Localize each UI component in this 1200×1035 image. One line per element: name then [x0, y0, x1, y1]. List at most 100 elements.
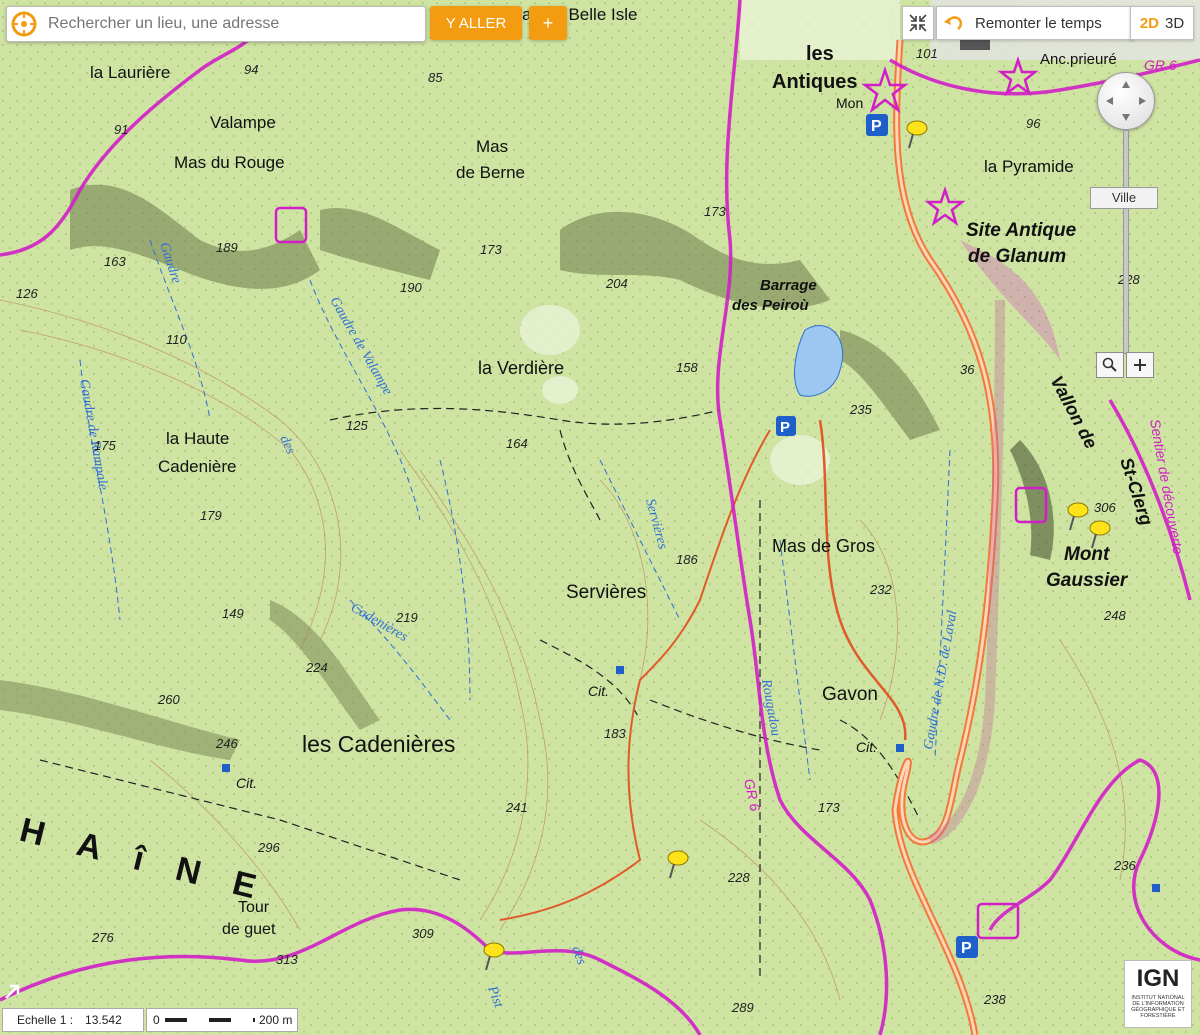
label-site-antique: Site Antique [966, 220, 1077, 241]
elevation-label: 85 [428, 70, 443, 85]
scale-label: Echelle 1 : [17, 1013, 74, 1027]
elevation-label: 126 [16, 286, 38, 301]
label-de-berne: de Berne [456, 163, 525, 182]
elevation-label: 235 [849, 402, 872, 417]
history-label: Remonter le temps [975, 14, 1102, 32]
svg-text:P: P [961, 940, 972, 957]
fullscreen-button[interactable] [902, 6, 934, 40]
magnifier-icon [1102, 357, 1117, 372]
trail-gr65: GR 6 [1144, 57, 1177, 73]
label-gavon: Gavon [822, 684, 878, 705]
elevation-label: 101 [916, 46, 938, 61]
label-cadeniere: Cadenière [158, 457, 236, 476]
elevation-label: 189 [216, 240, 238, 255]
elevation-label: 163 [104, 254, 126, 269]
elevation-label: 179 [200, 508, 222, 523]
go-button[interactable]: Y ALLER [430, 6, 522, 40]
scale-bar-end: 200 m [259, 1013, 293, 1027]
elevation-label: 173 [480, 242, 502, 257]
elevation-label: 149 [222, 606, 244, 621]
label-antiques: Antiques [772, 71, 858, 93]
elevation-label: 175 [94, 438, 116, 453]
elevation-label: 96 [1026, 116, 1041, 131]
label-mas: Mas [476, 137, 508, 156]
add-button[interactable]: + [529, 6, 567, 40]
scale-ratio: Echelle 1 : 13.542 [2, 1008, 144, 1032]
expand-corner-icon[interactable] [2, 980, 24, 1002]
scale-bar-start: 0 [153, 1013, 160, 1027]
scale-value: 13.542 [85, 1013, 122, 1027]
label-gaussier: Gaussier [1046, 570, 1129, 591]
label-cit-1: Cit. [588, 683, 609, 699]
elevation-label: 228 [727, 870, 750, 885]
scale-bar: 0 200 m [146, 1008, 298, 1032]
zoom-slider-track[interactable] [1123, 130, 1129, 354]
elevation-label: 238 [983, 992, 1006, 1007]
label-la-pyramide: la Pyramide [984, 157, 1074, 176]
zoom-out-button[interactable] [1096, 352, 1124, 378]
label-valampe: Valampe [210, 113, 276, 132]
zoom-in-button[interactable] [1126, 352, 1154, 378]
elevation-label: 236 [1113, 858, 1136, 873]
elevation-label: 91 [114, 122, 128, 137]
history-button[interactable]: Remonter le temps [936, 6, 1134, 40]
elevation-label: 260 [157, 692, 180, 707]
label-tour: Tour [238, 899, 270, 916]
elevation-label: 36 [960, 362, 975, 377]
svg-text:P: P [780, 419, 790, 436]
elevation-label: 276 [91, 930, 114, 945]
label-mont: Mont [1064, 544, 1110, 565]
elevation-label: 164 [506, 436, 528, 451]
undo-arrow-icon [944, 16, 963, 31]
elevation-label: 224 [305, 660, 328, 675]
elevation-label: 110 [166, 332, 187, 347]
elevation-label: 246 [215, 736, 238, 751]
label-anc-prieure: Anc.prieuré [1040, 51, 1117, 68]
elevation-label: 173 [704, 204, 726, 219]
elevation-label: 232 [869, 582, 892, 597]
label-de-guet: de guet [222, 921, 276, 938]
ign-logo[interactable]: IGN INSTITUT NATIONAL DE L'INFORMATION G… [1124, 960, 1192, 1028]
elevation-label: 313 [276, 952, 298, 967]
elevation-label: 183 [604, 726, 626, 741]
label-mas-du-rouge: Mas du Rouge [174, 153, 285, 172]
collapse-icon [909, 14, 927, 32]
search-bar [6, 6, 426, 42]
elevation-label: 289 [731, 1000, 754, 1015]
elevation-label: 94 [244, 62, 258, 77]
search-input[interactable] [46, 14, 420, 34]
elevation-label: 306 [1094, 500, 1116, 515]
label-les-cadenieres: les Cadenières [302, 731, 455, 757]
label-la-haute: la Haute [166, 429, 229, 448]
elevation-label: 241 [505, 800, 528, 815]
svg-text:P: P [871, 118, 882, 135]
label-glanum: de Glanum [968, 246, 1066, 267]
zoom-level-ville[interactable]: Ville [1090, 187, 1158, 209]
ign-logo-text: IGN [1136, 965, 1180, 992]
pan-arrows-icon [1106, 81, 1146, 121]
mode-3d[interactable]: 3D [1162, 15, 1187, 32]
elevation-label: 204 [605, 276, 628, 291]
view-mode-toggle: 2D 3D [1130, 6, 1194, 40]
pan-control[interactable] [1097, 72, 1155, 130]
label-des-peirou: des Peiroù [732, 297, 809, 314]
elevation-label: 173 [818, 800, 840, 815]
elevation-label: 219 [395, 610, 418, 625]
elevation-label: 186 [676, 552, 698, 567]
elevation-label: 158 [676, 360, 698, 375]
label-cit-3: Cit. [856, 739, 877, 755]
label-mon: Mon [836, 95, 863, 111]
scale-bar-graphic [165, 1018, 255, 1022]
mode-2d[interactable]: 2D [1137, 15, 1162, 32]
label-la-lauriere: la Laurière [90, 63, 170, 82]
plus-icon [1134, 359, 1146, 371]
elevation-label: 190 [400, 280, 422, 295]
label-mas-de-gros: Mas de Gros [772, 536, 875, 556]
label-les: les [806, 43, 834, 65]
label-servieres: Servières [566, 582, 646, 603]
label-barrage: Barrage [760, 277, 817, 294]
elevation-label: 309 [412, 926, 434, 941]
topographic-map[interactable]: P P P Mas de Belle Isle la Laurière Vala… [0, 0, 1200, 1035]
elevation-label: 296 [257, 840, 280, 855]
locate-icon[interactable] [10, 10, 38, 38]
